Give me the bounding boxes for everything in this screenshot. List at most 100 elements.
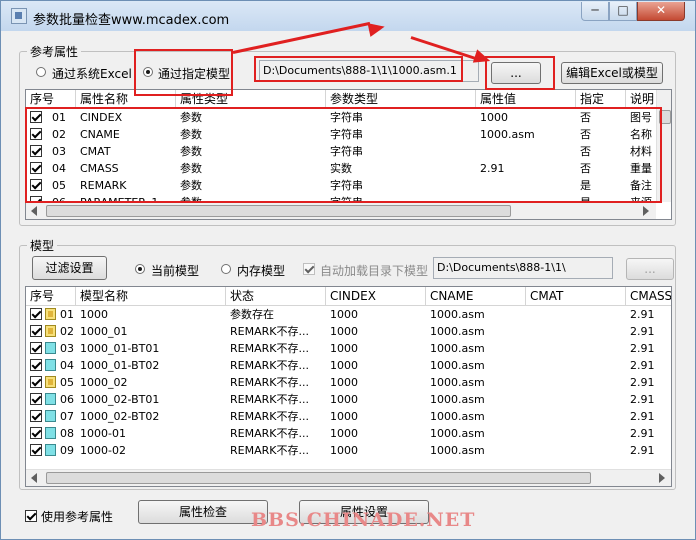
scroll-left-icon[interactable] — [31, 473, 37, 483]
row-checkbox[interactable] — [30, 342, 42, 354]
row-checkbox[interactable] — [30, 444, 42, 456]
maximize-button[interactable]: □ — [609, 2, 637, 21]
radio-current-model-label[interactable]: 当前模型 — [151, 262, 199, 279]
auto-load-label[interactable]: 自动加载目录下模型 — [320, 262, 428, 279]
model-col-status[interactable]: 状态 — [226, 287, 326, 305]
model-table-row[interactable]: 07 1000_02-BT02 REMARK不存... 1000 1000.asm 2.9… — [26, 408, 671, 425]
assembly-icon — [45, 325, 56, 337]
model-cell-status: 参数存在 — [230, 308, 274, 321]
scroll-right-icon[interactable] — [659, 473, 665, 483]
part-icon — [45, 359, 56, 371]
model-table-row[interactable]: 08 1000-01 REMARK不存... 1000 1000.asm 2.91 — [26, 425, 671, 442]
model-cell-cindex: 1000 — [330, 427, 358, 440]
ref-col-value[interactable]: 属性值 — [476, 90, 576, 108]
model-cell-cindex: 1000 — [330, 359, 358, 372]
model-cell-status: REMARK不存... — [230, 427, 309, 440]
radio-memory-model[interactable] — [221, 264, 231, 274]
model-cell-name: 1000_01 — [80, 325, 128, 338]
row-checkbox[interactable] — [30, 393, 42, 405]
use-ref-properties-checkbox[interactable] — [25, 510, 37, 522]
model-cell-no: 03 — [60, 342, 74, 355]
model-table-row[interactable]: 04 1000_01-BT02 REMARK不存... 1000 1000.asm 2.9… — [26, 357, 671, 374]
model-cell-name: 1000 — [80, 308, 108, 321]
app-icon — [11, 8, 27, 24]
model-cell-cmat — [526, 357, 626, 374]
model-cell-cmat — [526, 306, 626, 323]
row-checkbox[interactable] — [30, 308, 42, 320]
model-hscroll-thumb[interactable] — [46, 472, 591, 484]
filter-settings-button[interactable]: 过滤设置 — [32, 256, 107, 280]
radio-system-excel-label[interactable]: 通过系统Excel — [52, 65, 132, 82]
model-cell-status: REMARK不存... — [230, 376, 309, 389]
model-col-name[interactable]: 模型名称 — [76, 287, 226, 305]
row-checkbox[interactable] — [30, 376, 42, 388]
model-table-header: 序号 模型名称 状态 CINDEX CNAME CMAT CMASS — [26, 287, 671, 306]
model-cell-cmat — [526, 323, 626, 340]
annotation-box-browse — [485, 56, 555, 90]
ref-hscroll-thumb[interactable] — [46, 205, 511, 217]
use-ref-properties-label[interactable]: 使用参考属性 — [41, 508, 113, 525]
model-cell-no: 09 — [60, 444, 74, 457]
model-col-cname[interactable]: CNAME — [426, 287, 526, 305]
model-cell-cindex: 1000 — [330, 393, 358, 406]
model-cell-cindex: 1000 — [330, 410, 358, 423]
row-checkbox[interactable] — [30, 427, 42, 439]
auto-load-checkbox[interactable] — [303, 263, 315, 275]
model-cell-no: 08 — [60, 427, 74, 440]
close-button[interactable]: ✕ — [637, 2, 685, 21]
model-table-row[interactable]: 03 1000_01-BT01 REMARK不存... 1000 1000.asm 2.9… — [26, 340, 671, 357]
model-col-cmat[interactable]: CMAT — [526, 287, 626, 305]
model-cell-status: REMARK不存... — [230, 342, 309, 355]
edit-excel-model-button[interactable]: 编辑Excel或模型 — [561, 62, 663, 84]
ref-col-no[interactable]: 序号 — [26, 90, 76, 108]
scroll-right-icon[interactable] — [643, 206, 649, 216]
model-group-label: 模型 — [27, 237, 58, 254]
model-table: 序号 模型名称 状态 CINDEX CNAME CMAT CMASS 01 100… — [25, 286, 672, 487]
model-cell-cmass: 2.91 — [630, 427, 655, 440]
ref-table-hscroll[interactable] — [26, 202, 656, 219]
model-dir-path[interactable]: D:\Documents\888-1\1\ — [433, 257, 613, 279]
model-cell-name: 1000_01-BT01 — [80, 342, 160, 355]
model-cell-name: 1000_02-BT02 — [80, 410, 160, 423]
model-cell-cmat — [526, 391, 626, 408]
row-checkbox[interactable] — [30, 325, 42, 337]
model-cell-status: REMARK不存... — [230, 359, 309, 372]
model-table-row[interactable]: 01 1000 参数存在 1000 1000.asm 2.91 — [26, 306, 671, 323]
model-table-row[interactable]: 06 1000_02-BT01 REMARK不存... 1000 1000.asm 2.9… — [26, 391, 671, 408]
browse-dir-button[interactable]: ... — [626, 258, 674, 280]
model-cell-cindex: 1000 — [330, 308, 358, 321]
model-table-row[interactable]: 02 1000_01 REMARK不存... 1000 1000.asm 2.91 — [26, 323, 671, 340]
radio-memory-model-label[interactable]: 内存模型 — [237, 262, 285, 279]
radio-system-excel[interactable] — [36, 67, 46, 77]
model-cell-status: REMARK不存... — [230, 393, 309, 406]
assembly-icon — [45, 308, 56, 320]
model-col-cindex[interactable]: CINDEX — [326, 287, 426, 305]
ref-col-ptype[interactable]: 参数类型 — [326, 90, 476, 108]
model-table-row[interactable]: 05 1000_02 REMARK不存... 1000 1000.asm 2.91 — [26, 374, 671, 391]
window-title: 参数批量检查www.mcadex.com — [33, 13, 230, 28]
model-cell-cname: 1000.asm — [430, 410, 485, 423]
row-checkbox[interactable] — [30, 359, 42, 371]
model-cell-cname: 1000.asm — [430, 325, 485, 338]
model-cell-cindex: 1000 — [330, 342, 358, 355]
model-table-row[interactable]: 09 1000-02 REMARK不存... 1000 1000.asm 2.91 — [26, 442, 671, 459]
model-col-cmass[interactable]: CMASS — [626, 287, 671, 305]
model-cell-cindex: 1000 — [330, 325, 358, 338]
model-cell-cmass: 2.91 — [630, 342, 655, 355]
ref-col-spec[interactable]: 指定 — [576, 90, 626, 108]
annotation-box-path — [254, 56, 463, 82]
model-cell-cmass: 2.91 — [630, 325, 655, 338]
model-col-no[interactable]: 序号 — [26, 287, 76, 305]
property-check-button[interactable]: 属性检查 — [138, 500, 268, 524]
model-cell-status: REMARK不存... — [230, 444, 309, 457]
model-cell-status: REMARK不存... — [230, 325, 309, 338]
model-cell-cmass: 2.91 — [630, 376, 655, 389]
radio-current-model[interactable] — [135, 264, 145, 274]
model-cell-cmat — [526, 442, 626, 459]
model-table-hscroll[interactable] — [26, 469, 671, 486]
scroll-left-icon[interactable] — [31, 206, 37, 216]
model-cell-cmass: 2.91 — [630, 359, 655, 372]
minimize-button[interactable]: ─ — [581, 2, 609, 21]
model-cell-cmass: 2.91 — [630, 393, 655, 406]
row-checkbox[interactable] — [30, 410, 42, 422]
